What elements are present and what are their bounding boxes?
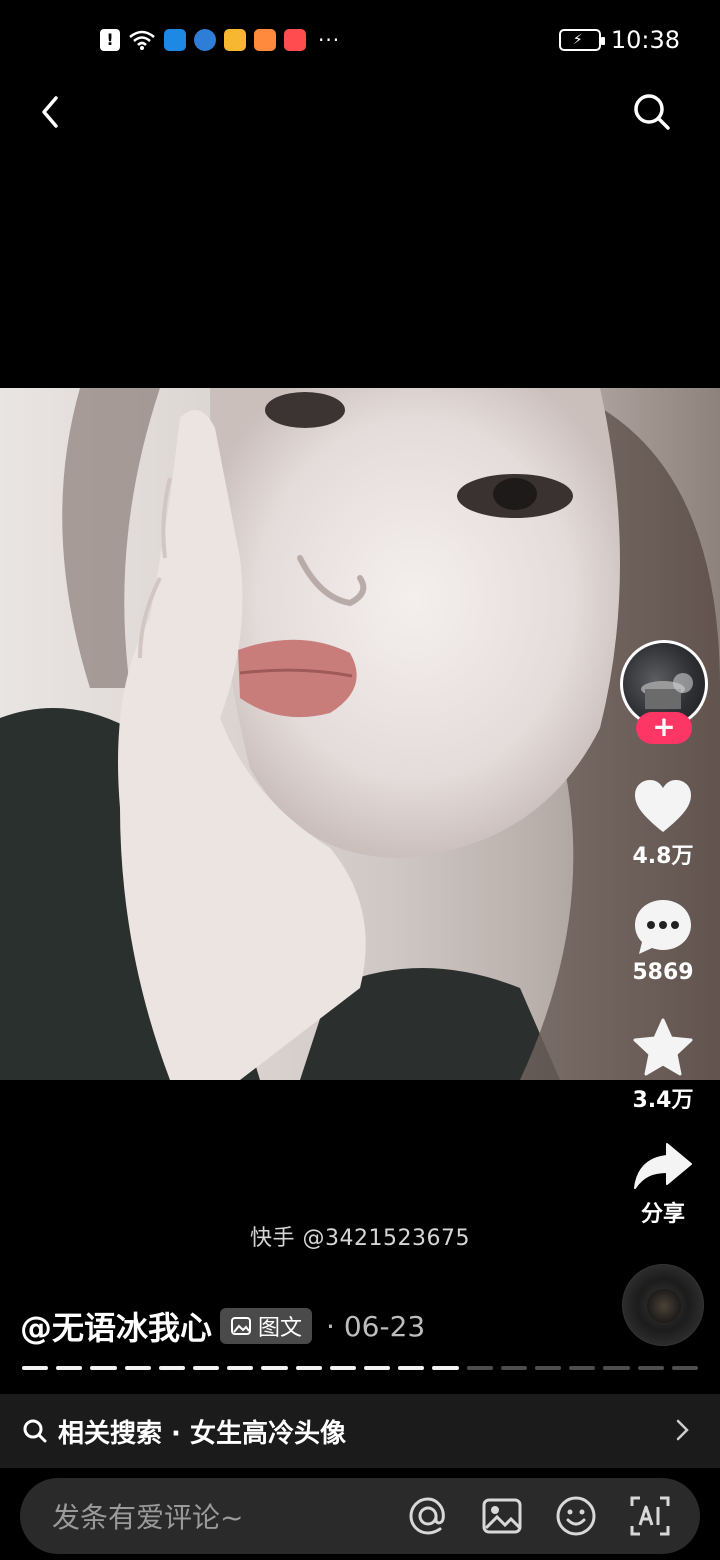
- related-search-bar[interactable]: 相关搜索 · 女生高冷头像: [0, 1394, 720, 1468]
- chevron-left-icon: [42, 96, 58, 128]
- search-icon: [634, 94, 670, 130]
- progress-segment: [466, 1366, 493, 1370]
- video-app-icon: [254, 29, 276, 51]
- weather-app-icon: [164, 29, 186, 51]
- image-picker-icon[interactable]: [480, 1494, 524, 1538]
- progress-segment: [329, 1366, 357, 1370]
- date-value: 06-23: [343, 1309, 426, 1343]
- more-notifications-icon: ···: [318, 28, 341, 52]
- browser-app-icon: [194, 29, 216, 51]
- comment-input[interactable]: 发条有爱评论~: [52, 1496, 406, 1536]
- wifi-icon: [129, 30, 155, 50]
- post-type-tag: 图文: [220, 1308, 313, 1344]
- comment-count: 5869: [632, 960, 694, 985]
- search-icon: [23, 1419, 47, 1443]
- music-disc[interactable]: [622, 1264, 704, 1346]
- pinduoduo-app-icon: [224, 29, 246, 51]
- comment-icon: [635, 900, 691, 954]
- progress-segment: [671, 1366, 699, 1370]
- share-button[interactable]: 分享: [618, 1140, 708, 1228]
- carousel-progress: [22, 1366, 699, 1371]
- like-count: 4.8万: [632, 844, 694, 869]
- progress-segment: [432, 1366, 459, 1370]
- status-bar: ! ··· ⚡ 10:38: [0, 0, 720, 84]
- progress-segment: [295, 1366, 322, 1370]
- heart-icon: [635, 780, 691, 832]
- author-name[interactable]: @无语冰我心: [20, 1303, 212, 1349]
- progress-segment: [158, 1366, 186, 1370]
- comment-input-bar[interactable]: 发条有爱评论~: [20, 1478, 700, 1554]
- like-button[interactable]: 4.8万: [618, 778, 708, 870]
- share-arrow-icon: [634, 1143, 692, 1189]
- progress-segment: [56, 1366, 83, 1370]
- progress-segment: [261, 1366, 288, 1370]
- alert-icon: !: [100, 29, 120, 51]
- progress-segment: [227, 1366, 254, 1370]
- emoji-icon[interactable]: [554, 1494, 598, 1538]
- post-date: · 06-23: [326, 1310, 425, 1343]
- favorite-button[interactable]: 3.4万: [618, 1018, 708, 1114]
- progress-segment: [500, 1366, 528, 1370]
- comment-button[interactable]: 5869: [618, 898, 708, 985]
- share-label: 分享: [640, 1202, 685, 1227]
- status-icons: ! ···: [100, 28, 340, 52]
- date-separator: ·: [326, 1309, 335, 1343]
- battery-icon: ⚡: [558, 29, 605, 51]
- watermark: 快手 @3421523675: [250, 1226, 470, 1251]
- search-button[interactable]: [628, 88, 676, 136]
- progress-segment: [124, 1366, 151, 1370]
- progress-segment: [193, 1366, 220, 1370]
- ai-icon[interactable]: [628, 1494, 672, 1538]
- progress-segment: [364, 1366, 391, 1370]
- clock: 10:38: [610, 26, 680, 54]
- post-type-label: 图文: [258, 1316, 303, 1341]
- chevron-right-icon: [676, 1419, 689, 1441]
- progress-segment: [22, 1366, 49, 1370]
- star-icon: [633, 1018, 693, 1076]
- progress-segment: [603, 1366, 630, 1370]
- portrait-illustration: [0, 388, 720, 1080]
- progress-segment: [90, 1366, 117, 1370]
- progress-segment: [398, 1366, 425, 1370]
- related-search-text: 相关搜索 · 女生高冷头像: [58, 1418, 346, 1449]
- back-button[interactable]: [28, 88, 76, 136]
- post-image[interactable]: [0, 388, 720, 1080]
- image-icon: [231, 1317, 252, 1335]
- at-mention-icon[interactable]: [406, 1494, 450, 1538]
- favorite-count: 3.4万: [632, 1088, 694, 1113]
- huawei-app-icon: [284, 29, 306, 51]
- follow-button[interactable]: +: [636, 712, 692, 744]
- progress-segment: [637, 1366, 664, 1370]
- post-info: @无语冰我心 图文 · 06-23: [20, 1302, 425, 1350]
- progress-segment: [535, 1366, 562, 1370]
- progress-segment: [569, 1366, 596, 1370]
